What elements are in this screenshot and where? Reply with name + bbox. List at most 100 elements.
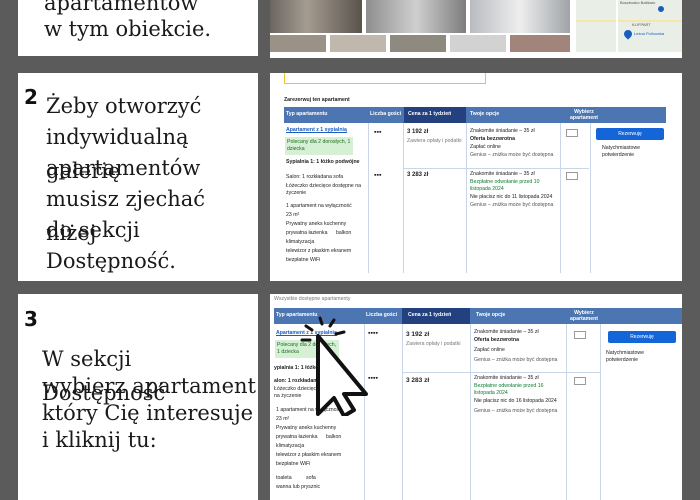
header-type: Typ apartamentu (286, 111, 328, 117)
step3-line: i kliknij tu: (42, 428, 157, 452)
gallery-thumb-strip (270, 35, 570, 52)
feature-item: prywatna łazienka (276, 434, 318, 440)
option: Znakomite śniadanie – 35 zł (474, 375, 539, 381)
step1-text-panel: apartamentów w tym obiekcie. (18, 0, 258, 56)
price-note: Zawiera opłaty i podatki (406, 341, 461, 347)
room-select[interactable] (566, 129, 578, 137)
grid-line (560, 123, 561, 273)
header-price-label: Cena za 1 tydzień (408, 312, 452, 318)
grid-line (466, 123, 467, 273)
option: Znakomite śniadanie – 35 zł (470, 171, 535, 177)
section-title: Wszystkie dostępne apartamenty (274, 296, 351, 302)
feature-item: telewizor z płaskim ekranem (286, 248, 352, 254)
room-select[interactable] (566, 172, 578, 180)
option: Genius – zniżka może być dostępna (470, 202, 554, 208)
grid-line (566, 324, 567, 500)
header-guests: Liczba gości (370, 111, 402, 117)
header-price-label: Cena za 1 tydzień (408, 111, 452, 117)
crib-info: Łóżeczko dziecięce dostępne na życzenie (286, 183, 361, 196)
step1-text-line2: w tym obiekcie. (44, 17, 212, 41)
recommended-badge: Polecany dla 2 dorosłych, 1 dziecka (285, 137, 353, 155)
feature-item: 23 m² (286, 212, 300, 218)
feature-item: 1 apartament na wyłączność (286, 203, 352, 209)
option: Zapłać online (470, 144, 501, 150)
gallery-thumb[interactable] (510, 35, 570, 52)
step2-line: do sekcji (46, 218, 140, 242)
feature-item: telewizor z płaskim ekranem (276, 452, 342, 458)
step3-number: 3 (24, 307, 38, 331)
option: Zapłać online (474, 347, 505, 353)
room-select[interactable] (574, 377, 586, 385)
grid-line (590, 123, 591, 273)
option: Genius – zniżka może być dostępna (474, 408, 558, 414)
gallery-thumb[interactable] (330, 35, 386, 52)
guests-icon: ▪▪▪ (374, 129, 382, 136)
option: Oferta bezzwrotna (474, 337, 519, 343)
bedroom-info: Sypialnia 1: 1 łóżko podwójne (286, 159, 360, 165)
gallery-photo-3[interactable] (470, 0, 570, 33)
header-price: Cena za 1 tydzień (404, 107, 466, 123)
feature-item: sofa (306, 475, 316, 481)
section-title: Zarezerwuj ten apartament (284, 97, 350, 103)
grid-line (403, 168, 589, 169)
option: Oferta bezzwrotna (470, 136, 515, 142)
feature-item: bezpłatne WiFi (286, 257, 321, 263)
feature-item: toaleta (276, 475, 292, 481)
header-select: Wybierz apartament (570, 310, 598, 322)
instant-confirm: Natychmiastowe potwierdzenie (606, 350, 645, 363)
map-pin-icon (622, 28, 634, 40)
feature-item: Prywatny aneks kuchenny (276, 425, 337, 431)
grid-line (402, 324, 403, 500)
step2-line: apartamentów (46, 156, 201, 180)
grid-line (368, 123, 369, 273)
price: 3 283 zł (407, 172, 429, 178)
instant-confirm: Natychmiastowe potwierdzenie (602, 145, 641, 158)
step2-number: 2 (24, 85, 38, 109)
map-label: KLIFPART (632, 22, 651, 27)
gallery-thumb[interactable] (390, 35, 446, 52)
option: Znakomite śniadanie – 35 zł (474, 329, 539, 335)
price: 3 192 zł (406, 331, 430, 338)
step1-screenshot: KLIFPART Boszbosko Batikaru Leśna Polino… (270, 0, 682, 58)
gallery-thumb[interactable] (450, 35, 506, 52)
option: Bezpłatne odwołanie przed 16 listopada 2… (474, 383, 544, 396)
click-cursor-icon (300, 316, 368, 416)
step2-line: Dostępność. (46, 249, 176, 273)
gallery-main-photo[interactable] (270, 0, 362, 33)
grid-line (402, 372, 600, 373)
feature-item: balkon (326, 434, 342, 440)
step2-line: Żeby otworzyć (46, 94, 202, 118)
option: Znakomite śniadanie – 35 zł (470, 128, 535, 134)
price: 3 283 zł (406, 377, 430, 384)
feature-item: Prywatny aneks kuchenny (286, 221, 347, 227)
map-pin-small-icon (658, 6, 664, 12)
step2-top-search-bar (284, 73, 486, 84)
feature-item: prywatna łazienka (286, 230, 328, 236)
living-info: Salon: 1 rozkładana sofa (286, 174, 344, 180)
option: Genius – zniżka może być dostępna (470, 152, 554, 158)
guests-icon: ▪▪▪ (374, 172, 382, 179)
option: Nie płacisz nic do 11 listopada 2024 (470, 194, 553, 200)
price-note: Zawiera opłaty i podatki (407, 138, 462, 144)
option: Genius – zniżka może być dostępna (474, 357, 558, 363)
apartment-link[interactable]: Apartament z 1 sypialnią (286, 127, 347, 134)
map-label2: Boszbosko Batikaru (620, 0, 656, 5)
map-marker-label: Leśna Polinowka (634, 31, 665, 36)
gallery-photo-2[interactable] (366, 0, 466, 33)
header-select: Wybierz apartament (570, 109, 598, 121)
reserve-button[interactable]: Rezerwuję (596, 128, 664, 140)
reserve-button[interactable]: Rezerwuję (608, 331, 676, 343)
feature-item: 23 m² (276, 416, 290, 422)
header-price: Cena za 1 tydzień (402, 308, 470, 324)
feature-item: klimatyzacja (276, 443, 305, 449)
feature-item: bezpłatne WiFi (276, 461, 311, 467)
feature-item: balkon (336, 230, 352, 236)
option: Nie płacisz nic do 16 listopada 2024 (474, 398, 557, 404)
table-header: Typ apartamentu Liczba gości Cena za 1 t… (284, 107, 666, 123)
map-preview[interactable]: KLIFPART Boszbosko Batikaru Leśna Polino… (576, 0, 682, 52)
gallery-thumb[interactable] (270, 35, 326, 52)
price: 3 192 zł (407, 129, 429, 135)
step2-text-panel: 2 Żeby otworzyć indywidualną galerię apa… (18, 73, 258, 281)
room-select[interactable] (574, 331, 586, 339)
feature-item: wanna lub prysznic (276, 484, 321, 490)
